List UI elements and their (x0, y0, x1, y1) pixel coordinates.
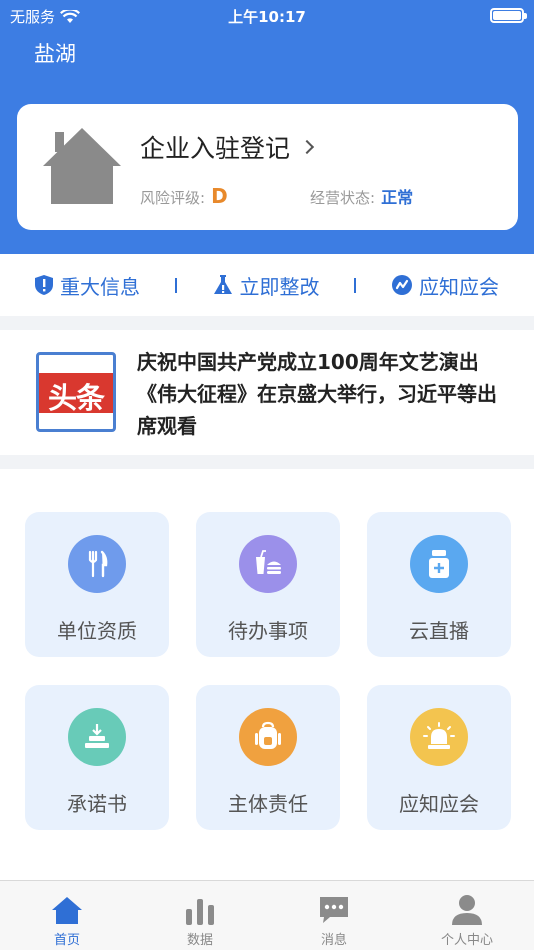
tab-home[interactable]: 首页 (12, 889, 122, 948)
status-value: 正常 (381, 188, 414, 207)
message-icon (320, 897, 348, 923)
headline-badge: 头条 (36, 352, 116, 432)
divider (174, 277, 177, 293)
backpack-icon (239, 708, 297, 766)
section-divider (0, 316, 534, 330)
operation-status: 经营状态: 正常 (310, 184, 413, 208)
stamp-icon (68, 708, 126, 766)
risk-rating: 风险评级: D (140, 184, 228, 208)
tile-label: 单位资质 (57, 619, 137, 643)
quick-link-label: 立即整改 (239, 274, 320, 299)
quick-link-label: 重大信息 (60, 274, 140, 299)
shield-icon (35, 275, 53, 295)
quick-link-knowledge[interactable]: 应知应会 (391, 271, 499, 300)
tile-main-responsibility[interactable]: 主体责任 (196, 685, 340, 830)
medicine-bottle-icon (410, 535, 468, 593)
tile-unit-qualification[interactable]: 单位资质 (25, 512, 169, 657)
tile-label: 待办事项 (228, 619, 308, 643)
app-screen: 无服务 上午10:17 盐湖 企业入驻登记 风险评级: D 经营状态: 正常 重… (0, 0, 534, 950)
fork-knife-icon (68, 535, 126, 593)
tile-todo[interactable]: 待办事项 (196, 512, 340, 657)
city-title[interactable]: 盐湖 (34, 38, 76, 68)
tab-bar: 首页 数据 消息 个人中心 (0, 880, 534, 950)
divider (354, 277, 357, 293)
quick-link-major-info[interactable]: 重大信息 (34, 271, 140, 300)
quick-link-label: 应知应会 (419, 274, 499, 299)
enterprise-title: 企业入驻登记 (140, 134, 291, 163)
quick-link-rectify[interactable]: 立即整改 (212, 271, 320, 300)
user-icon (452, 895, 482, 925)
chevron-right-icon (299, 139, 315, 155)
tile-label: 主体责任 (228, 792, 308, 816)
bar-chart-icon (186, 899, 214, 925)
tile-label: 承诺书 (67, 792, 127, 816)
headline-badge-text: 头条 (47, 381, 105, 415)
food-drink-icon (239, 535, 297, 593)
tab-label: 数据 (186, 933, 213, 948)
tab-label: 个人中心 (440, 933, 493, 948)
tab-label: 消息 (320, 933, 347, 948)
home-icon (52, 897, 82, 924)
alert-flask-icon (213, 275, 232, 294)
status-time: 上午10:17 (228, 8, 306, 26)
link-icon (392, 275, 412, 295)
risk-value: D (211, 184, 228, 208)
tile-knowledge[interactable]: 应知应会 (367, 685, 511, 830)
enterprise-register-link[interactable]: 企业入驻登记 (140, 129, 315, 165)
tab-messages[interactable]: 消息 (279, 889, 389, 948)
tab-data[interactable]: 数据 (145, 889, 255, 948)
risk-label: 风险评级: (140, 189, 206, 207)
tile-commitment[interactable]: 承诺书 (25, 685, 169, 830)
headline-news[interactable]: 头条 庆祝中国共产党成立100周年文艺演出《伟大征程》在京盛大举行，习近平等出席… (0, 330, 534, 455)
headline-text: 庆祝中国共产党成立100周年文艺演出《伟大征程》在京盛大举行，习近平等出席观看 (137, 350, 497, 438)
section-divider (0, 455, 534, 469)
alarm-light-icon (410, 708, 468, 766)
tab-label: 首页 (53, 933, 80, 948)
battery-icon (490, 8, 527, 23)
quick-links: 重大信息 立即整改 应知应会 (0, 254, 534, 316)
header: 无服务 上午10:17 盐湖 企业入驻登记 风险评级: D 经营状态: 正常 (0, 0, 534, 254)
tile-label: 云直播 (409, 619, 469, 643)
tab-profile[interactable]: 个人中心 (412, 889, 522, 948)
status-label: 经营状态: (310, 189, 376, 207)
tile-label: 应知应会 (399, 792, 479, 816)
tile-cloud-live[interactable]: 云直播 (367, 512, 511, 657)
house-icon (43, 128, 121, 204)
enterprise-card[interactable]: 企业入驻登记 风险评级: D 经营状态: 正常 (17, 104, 518, 230)
status-bar: 无服务 上午10:17 (0, 0, 534, 30)
